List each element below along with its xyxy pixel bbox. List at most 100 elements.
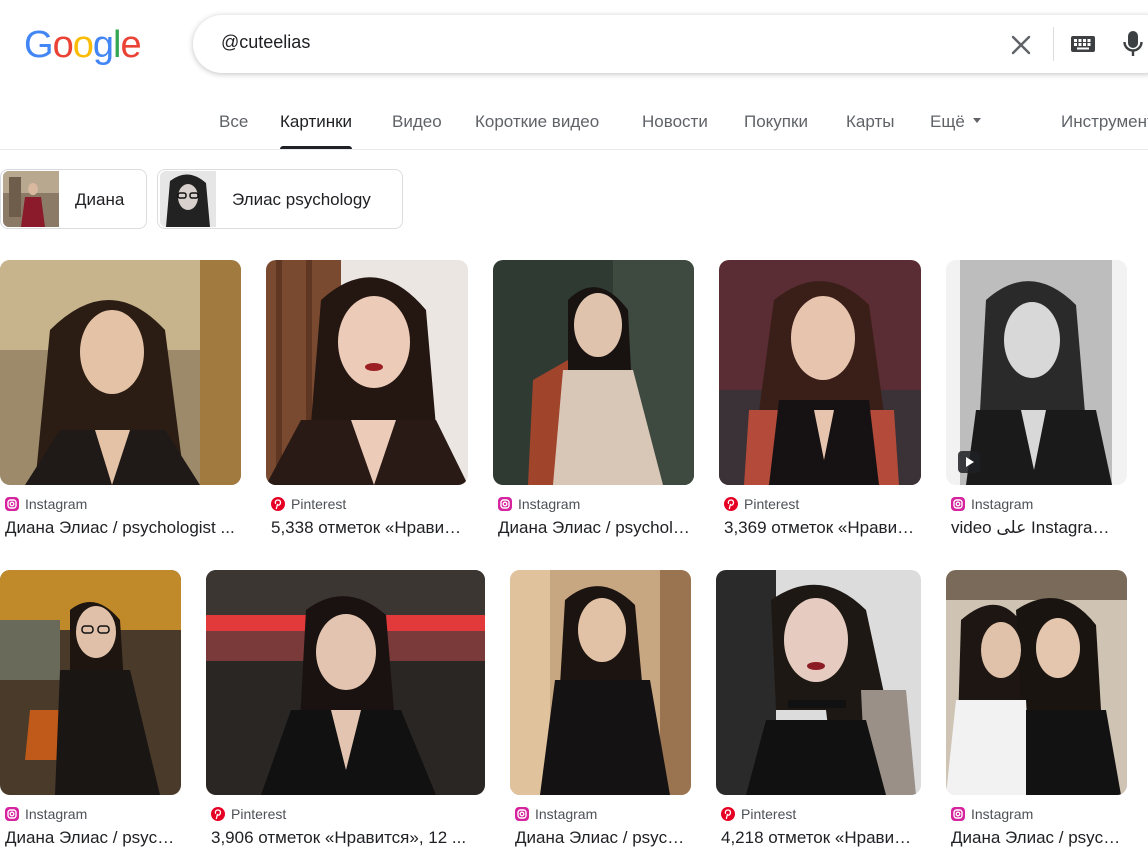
result-title[interactable]: Диана Элиас / psychologist ...	[5, 828, 177, 847]
image-result[interactable]: Pinterest 3,369 отметок «Нравится» ...	[719, 260, 921, 550]
result-source: Instagram	[5, 806, 87, 822]
image-result[interactable]: Pinterest 3,906 отметок «Нравится», 12 .…	[206, 570, 485, 847]
result-title[interactable]: Диана Элиас / psychologist ...	[951, 828, 1123, 847]
result-title[interactable]: 4,218 отметок «Нравится» ...	[721, 828, 917, 847]
keyboard-button[interactable]	[1069, 32, 1097, 56]
result-source: Instagram	[515, 806, 597, 822]
instagram-icon	[951, 497, 965, 511]
chip-thumbnail	[160, 171, 216, 227]
close-icon	[1011, 35, 1031, 55]
logo-letter: g	[92, 24, 114, 66]
tab-images[interactable]: Картинки	[280, 112, 353, 149]
pinterest-icon	[211, 807, 225, 821]
image-result[interactable]: Instagram Диана Элиас / psychologist ...	[0, 570, 181, 847]
result-source: Instagram	[951, 496, 1033, 512]
tab-label: Покупки	[744, 112, 808, 131]
keyboard-icon	[1071, 36, 1095, 52]
chip-label: Элиас psychology	[232, 190, 371, 209]
microphone-icon	[1123, 31, 1143, 56]
search-divider	[1053, 27, 1054, 61]
result-source: Pinterest	[271, 496, 346, 512]
instagram-icon	[515, 807, 529, 821]
tab-maps[interactable]: Карты	[846, 112, 894, 132]
instagram-icon	[951, 807, 965, 821]
image-result[interactable]: Pinterest 5,338 отметок «Нравится» ...	[266, 260, 468, 550]
image-result[interactable]: Instagram Диана Элиас / psychologist ...	[946, 570, 1127, 847]
tab-label: Видео	[392, 112, 442, 131]
result-title[interactable]: Диана Элиас / psychologist ...	[5, 518, 237, 538]
result-thumbnail	[0, 570, 181, 795]
tab-label: Короткие видео	[475, 112, 600, 131]
related-chip[interactable]: Диана	[0, 169, 147, 229]
result-source: Instagram	[5, 496, 87, 512]
result-thumbnail	[493, 260, 694, 485]
tab-more[interactable]: Ещё	[930, 112, 981, 132]
result-source: Instagram	[498, 496, 580, 512]
tab-video[interactable]: Видео	[392, 112, 442, 132]
result-source: Instagram	[951, 806, 1033, 822]
result-thumbnail	[946, 570, 1127, 795]
tab-label: Картинки	[280, 112, 353, 131]
tab-short-video[interactable]: Короткие видео	[475, 112, 599, 132]
result-thumbnail	[719, 260, 921, 485]
search-tabs: Все Картинки Видео Короткие видео Новост…	[0, 100, 1148, 150]
instagram-icon	[5, 807, 19, 821]
logo-letter: o	[52, 24, 74, 66]
result-thumbnail	[0, 260, 241, 485]
source-name: Pinterest	[744, 496, 800, 512]
pinterest-icon	[271, 497, 285, 511]
source-name: Instagram	[971, 806, 1034, 822]
result-thumbnail	[266, 260, 468, 485]
tab-all[interactable]: Все	[219, 112, 248, 132]
logo-letter: e	[120, 24, 141, 66]
search-input[interactable]	[221, 32, 921, 53]
source-name: Instagram	[518, 496, 581, 512]
search-box	[193, 15, 1148, 73]
clear-search-button[interactable]	[1008, 32, 1034, 58]
tab-news[interactable]: Новости	[642, 112, 708, 132]
image-result[interactable]: Pinterest 4,218 отметок «Нравится» ...	[716, 570, 921, 847]
tab-shopping[interactable]: Покупки	[744, 112, 808, 132]
logo-letter: l	[112, 24, 122, 66]
result-thumbnail	[946, 260, 1127, 485]
tab-label: Новости	[642, 112, 708, 131]
result-source: Pinterest	[724, 496, 799, 512]
result-thumbnail	[206, 570, 485, 795]
image-result[interactable]: Instagram Диана Элиас / psychologist ...	[493, 260, 694, 550]
instagram-icon	[5, 497, 19, 511]
result-source: Pinterest	[211, 806, 286, 822]
chip-label: Диана	[75, 190, 125, 209]
tab-label: Инструменты	[1061, 112, 1148, 131]
tab-label: Все	[219, 112, 249, 131]
source-name: Instagram	[25, 806, 88, 822]
source-name: Instagram	[971, 496, 1034, 512]
tab-label: Карты	[846, 112, 895, 131]
result-title[interactable]: video على Instagram ...	[951, 518, 1123, 538]
source-name: Instagram	[25, 496, 88, 512]
result-title[interactable]: 3,906 отметок «Нравится», 12 ...	[211, 828, 481, 847]
source-name: Instagram	[535, 806, 598, 822]
result-title[interactable]: 5,338 отметок «Нравится» ...	[271, 518, 465, 538]
google-logo[interactable]: Google	[24, 24, 142, 66]
voice-search-button[interactable]	[1121, 28, 1145, 60]
source-name: Pinterest	[231, 806, 287, 822]
pinterest-icon	[724, 497, 738, 511]
related-chip[interactable]: Элиас psychology	[157, 169, 403, 229]
source-name: Pinterest	[741, 806, 797, 822]
logo-letter: G	[24, 24, 54, 66]
pinterest-icon	[721, 807, 735, 821]
result-title[interactable]: 3,369 отметок «Нравится» ...	[724, 518, 918, 538]
result-source: Pinterest	[721, 806, 796, 822]
image-result[interactable]: Instagram video على Instagram ...	[946, 260, 1127, 550]
instagram-icon	[498, 497, 512, 511]
image-result[interactable]: Instagram Диана Элиас / psychologist ...	[510, 570, 691, 847]
source-name: Pinterest	[291, 496, 347, 512]
image-result[interactable]: Instagram Диана Элиас / psychologist ...	[0, 260, 241, 550]
video-play-icon	[958, 451, 980, 473]
logo-letter: o	[72, 24, 94, 66]
chip-thumbnail	[3, 171, 59, 227]
result-title[interactable]: Диана Элиас / psychologist ...	[498, 518, 691, 538]
tab-tools[interactable]: Инструменты	[1061, 112, 1148, 132]
result-title[interactable]: Диана Элиас / psychologist ...	[515, 828, 687, 847]
result-thumbnail	[716, 570, 921, 795]
